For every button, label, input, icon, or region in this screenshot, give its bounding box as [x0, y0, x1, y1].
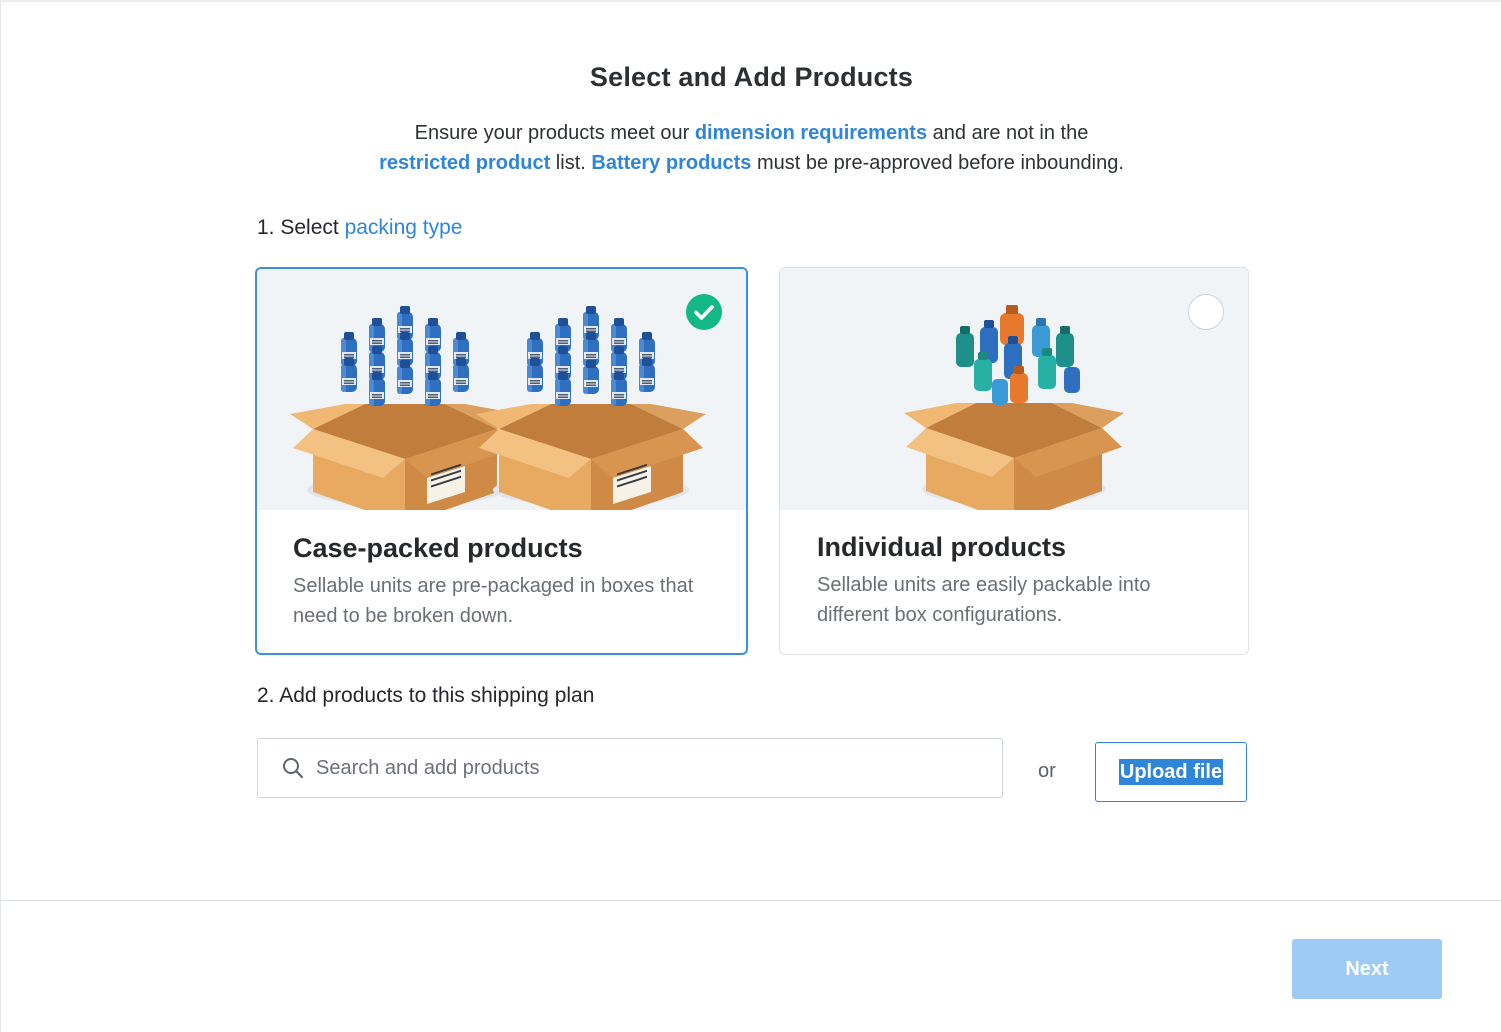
next-button[interactable]: Next [1292, 939, 1442, 999]
intro-text-part: and are not in the [927, 122, 1089, 144]
step2-heading: 2. Add products to this shipping plan [257, 684, 595, 707]
individual-illustration [780, 268, 1248, 523]
case-packed-description: Sellable units are pre-packaged in boxes… [293, 575, 694, 627]
unselected-radio-icon [1188, 294, 1224, 330]
case-packed-illustration [257, 269, 746, 524]
search-input[interactable] [316, 739, 986, 797]
search-icon [282, 757, 304, 784]
case-packed-option-card[interactable]: Case-packed products Sellable units are … [255, 267, 748, 655]
step1-heading: 1. Select packing type [257, 216, 462, 240]
page-frame: Select and Add Products Ensure your prod… [0, 0, 1501, 1032]
individual-products-box-illustration [904, 305, 1124, 523]
case-packed-title: Case-packed products [293, 533, 583, 563]
footer-divider [1, 900, 1501, 901]
intro-text-part: Ensure your products meet our [414, 122, 695, 144]
upload-file-label: Upload file [1118, 759, 1224, 785]
individual-description: Sellable units are easily packable into … [817, 574, 1151, 626]
page-title: Select and Add Products [589, 62, 914, 92]
product-search-box[interactable] [257, 738, 1003, 798]
individual-title: Individual products [817, 532, 1067, 562]
restricted-product-link[interactable]: restricted product [379, 152, 550, 174]
dimension-requirements-link[interactable]: dimension requirements [695, 122, 927, 144]
intro-text-part: must be pre-approved before inbounding. [751, 152, 1124, 174]
upload-file-button[interactable]: Upload file [1095, 742, 1247, 802]
individual-option-card[interactable]: Individual products Sellable units are e… [779, 267, 1249, 655]
or-label: or [1038, 760, 1056, 782]
intro-text: Ensure your products meet our dimension … [1, 118, 1501, 178]
intro-text-part: list. [550, 152, 592, 174]
selected-check-icon [686, 294, 722, 330]
step1-prefix: 1. Select [257, 216, 345, 239]
case-packed-boxes-illustration [290, 306, 706, 524]
packing-type-link[interactable]: packing type [345, 216, 463, 239]
battery-products-link[interactable]: Battery products [591, 152, 751, 174]
